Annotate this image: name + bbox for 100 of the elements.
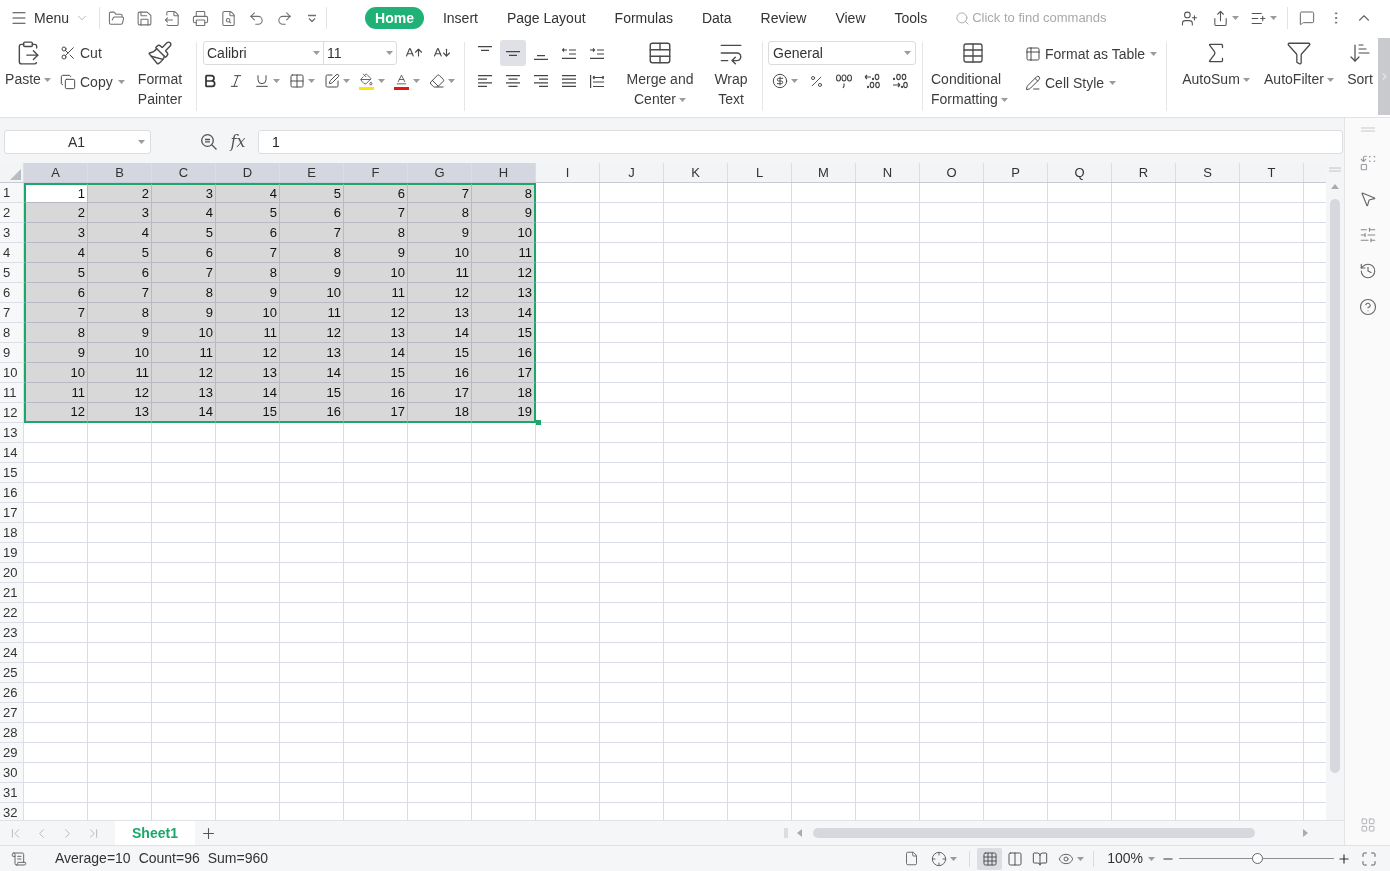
sheet-cell[interactable]: 15 <box>472 323 536 343</box>
row-header[interactable]: 32 <box>0 803 24 820</box>
sheet-cell[interactable]: 12 <box>408 283 472 303</box>
replace-icon[interactable] <box>1358 154 1377 172</box>
sheet-cell[interactable]: 11 <box>216 323 280 343</box>
zoom-dropdown[interactable]: 100% <box>1107 848 1155 869</box>
sheet-cell[interactable]: 3 <box>24 223 88 243</box>
sheet-cell[interactable]: 5 <box>280 183 344 203</box>
row-header[interactable]: 4 <box>0 243 24 263</box>
sheet-cell[interactable]: 15 <box>344 363 408 383</box>
sheet-cell[interactable]: 9 <box>280 263 344 283</box>
sheet-cell[interactable]: 9 <box>216 283 280 303</box>
sheet-cell[interactable]: 2 <box>88 183 152 203</box>
comment-icon[interactable] <box>1299 10 1315 26</box>
share-icon[interactable] <box>1211 9 1229 27</box>
row-header[interactable]: 29 <box>0 743 24 763</box>
row-header[interactable]: 7 <box>0 303 24 323</box>
sheet-cell[interactable]: 14 <box>472 303 536 323</box>
open-folder-icon[interactable] <box>107 9 125 27</box>
sheet-cell[interactable]: 12 <box>344 303 408 323</box>
sheet-cell[interactable]: 3 <box>152 183 216 203</box>
sheet-cell[interactable]: 6 <box>88 263 152 283</box>
sheet-cell[interactable]: 18 <box>408 403 472 423</box>
row-header[interactable]: 13 <box>0 423 24 443</box>
sheet-cell[interactable]: 17 <box>472 363 536 383</box>
row-header[interactable]: 31 <box>0 783 24 803</box>
row-header[interactable]: 1 <box>0 183 24 203</box>
row-header[interactable]: 22 <box>0 603 24 623</box>
column-header[interactable]: H <box>472 163 536 182</box>
drag-handle-icon[interactable] <box>1360 127 1375 132</box>
sliders-icon[interactable] <box>1358 226 1377 244</box>
sheet-cell[interactable]: 9 <box>472 203 536 223</box>
sheet-cell[interactable]: 9 <box>408 223 472 243</box>
column-header[interactable]: B <box>88 163 152 182</box>
sheet-cell[interactable]: 12 <box>472 263 536 283</box>
sheet-cell[interactable]: 16 <box>280 403 344 423</box>
column-header[interactable]: C <box>152 163 216 182</box>
export-icon[interactable] <box>163 9 181 27</box>
row-header[interactable]: 18 <box>0 523 24 543</box>
name-box[interactable]: A1 <box>4 130 151 154</box>
percent-icon[interactable] <box>808 73 824 89</box>
sheet-cell[interactable]: 12 <box>216 343 280 363</box>
sheet-cell[interactable]: 14 <box>152 403 216 423</box>
sheet-cell[interactable]: 10 <box>88 343 152 363</box>
sheet-cell[interactable]: 12 <box>88 383 152 403</box>
help-icon[interactable] <box>1358 298 1377 316</box>
scrollbar-thumb[interactable] <box>1330 199 1340 773</box>
sheet-cell[interactable]: 13 <box>472 283 536 303</box>
sheet-cell[interactable]: 8 <box>216 263 280 283</box>
ribbon-tab[interactable]: Page Layout <box>496 7 596 29</box>
cut-button[interactable]: Cut <box>60 41 102 65</box>
sheet-cell[interactable]: 9 <box>88 323 152 343</box>
ribbon-tab[interactable]: Insert <box>432 7 488 29</box>
sheet-cell[interactable]: 6 <box>280 203 344 223</box>
sheet-cell[interactable]: 15 <box>216 403 280 423</box>
row-header[interactable]: 17 <box>0 503 24 523</box>
sheet-cell[interactable]: 14 <box>280 363 344 383</box>
customize-icon[interactable] <box>307 13 318 23</box>
sheet-cell[interactable]: 6 <box>24 283 88 303</box>
sheet-cell[interactable]: 14 <box>344 343 408 363</box>
paste-button[interactable]: Paste <box>4 36 52 89</box>
italic-icon[interactable] <box>228 73 244 89</box>
row-header[interactable]: 10 <box>0 363 24 383</box>
scrollbar-thumb[interactable] <box>813 828 1255 838</box>
autofilter-button[interactable]: AutoFilter <box>1259 36 1339 89</box>
cell-style-button[interactable]: Cell Style <box>1025 71 1117 95</box>
sheet-cell[interactable]: 8 <box>88 303 152 323</box>
sheet-cell[interactable]: 14 <box>216 383 280 403</box>
sheet-cell[interactable]: 4 <box>88 223 152 243</box>
row-header[interactable]: 23 <box>0 623 24 643</box>
sheet-cell[interactable]: 9 <box>152 303 216 323</box>
sheet-cell[interactable]: 10 <box>216 303 280 323</box>
sort-button[interactable]: Sort <box>1344 36 1376 89</box>
sheet-cell[interactable]: 12 <box>24 403 88 423</box>
sheet-cell[interactable]: 1 <box>24 183 88 203</box>
sheet-cell[interactable]: 5 <box>216 203 280 223</box>
row-header[interactable]: 16 <box>0 483 24 503</box>
font-name-dropdown[interactable]: Calibri <box>204 42 324 64</box>
row-header[interactable]: 19 <box>0 543 24 563</box>
sheet-cell[interactable]: 11 <box>344 283 408 303</box>
sheet-cell[interactable]: 15 <box>280 383 344 403</box>
bold-icon[interactable] <box>202 73 218 89</box>
sheet-cell[interactable]: 16 <box>408 363 472 383</box>
ribbon-tab[interactable]: Review <box>750 7 817 29</box>
sheet-cell[interactable]: 12 <box>280 323 344 343</box>
increase-decimal-icon[interactable] <box>863 73 881 89</box>
alignment-button[interactable] <box>500 40 526 66</box>
ribbon-tab[interactable]: Tools <box>884 7 938 29</box>
sheet-cell[interactable]: 2 <box>24 203 88 223</box>
sheet-cell[interactable]: 13 <box>408 303 472 323</box>
sheet-cell[interactable]: 16 <box>344 383 408 403</box>
sheet-cell[interactable]: 8 <box>408 203 472 223</box>
sheet-cell[interactable]: 10 <box>344 263 408 283</box>
row-header[interactable]: 3 <box>0 223 24 243</box>
sheet-cell[interactable]: 10 <box>408 243 472 263</box>
row-header[interactable]: 20 <box>0 563 24 583</box>
fill-handle[interactable] <box>536 420 541 425</box>
sheet-cell[interactable]: 7 <box>216 243 280 263</box>
sheet-cell[interactable]: 19 <box>472 403 536 423</box>
conditional-formatting-button[interactable]: Conditional Formatting <box>931 36 1015 109</box>
